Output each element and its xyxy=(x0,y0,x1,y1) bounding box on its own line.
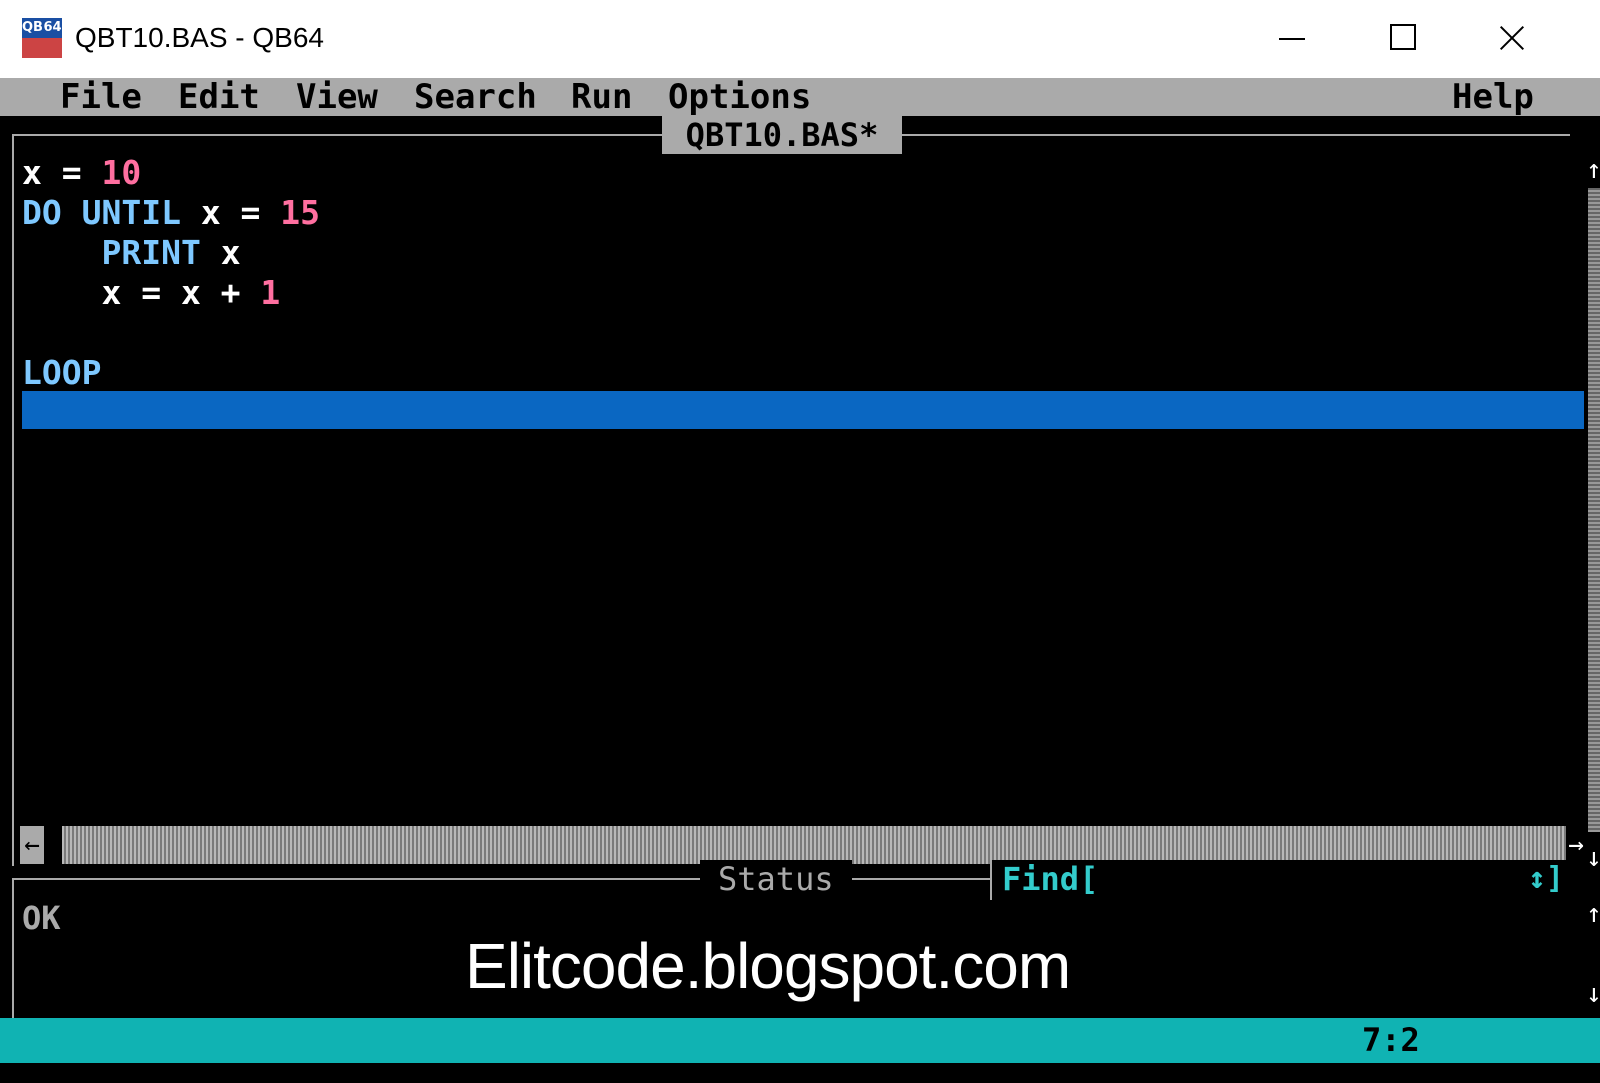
watermark-text: Elitcode.blogspot.com xyxy=(465,930,1071,1002)
scroll-right-arrow-icon[interactable]: → xyxy=(1566,826,1586,864)
code-number: 15 xyxy=(280,193,321,232)
window-bottom-edge xyxy=(0,1063,1600,1083)
status-frame-border xyxy=(12,878,14,1018)
status-scroll-up-arrow-icon[interactable]: ↑ xyxy=(1586,898,1600,930)
scroll-up-arrow-icon[interactable]: ↑ xyxy=(1586,154,1600,186)
code-identifier: x = xyxy=(22,153,102,192)
icon-text-bottom-right xyxy=(42,38,62,58)
find-field[interactable]: Find[ ↕] xyxy=(990,860,1574,900)
editor-vertical-scrollbar[interactable]: ↑ ↓ xyxy=(1586,154,1600,876)
menu-view[interactable]: View xyxy=(296,78,378,116)
find-label: Find[ xyxy=(1002,860,1099,898)
maximize-button[interactable] xyxy=(1372,14,1432,62)
editor-file-tab[interactable]: QBT10.BAS* xyxy=(662,116,902,154)
code-number: 1 xyxy=(260,273,281,312)
find-dropdown-arrows-icon[interactable]: ↕] xyxy=(1528,860,1564,898)
menu-bar: File Edit View Search Run Options Help xyxy=(0,78,1600,116)
code-number: 10 xyxy=(101,153,142,192)
status-bar: 7:2 xyxy=(0,1018,1600,1063)
qb64-app-icon: QB 64 xyxy=(22,18,62,58)
code-keyword: LOOP xyxy=(22,353,102,392)
window-titlebar: QB 64 QBT10.BAS - QB64 xyxy=(0,0,1600,78)
code-identifier: x = x + xyxy=(22,273,261,312)
code-keyword: DO UNTIL xyxy=(22,193,201,232)
code-line[interactable]: x = x + 1 xyxy=(22,273,1582,313)
menu-file[interactable]: File xyxy=(60,78,142,116)
code-line[interactable] xyxy=(22,313,1582,353)
code-identifier: x = xyxy=(200,193,281,232)
cursor-position: 7:2 xyxy=(1362,1021,1420,1059)
code-keyword: PRINT xyxy=(22,233,221,272)
status-panel-title: Status xyxy=(700,860,852,898)
scroll-left-arrow-icon[interactable]: ← xyxy=(20,826,44,864)
menu-edit[interactable]: Edit xyxy=(178,78,260,116)
icon-text-top-right: 64 xyxy=(43,20,62,35)
code-line[interactable]: LOOP xyxy=(22,353,1582,393)
horizontal-scroll-track[interactable] xyxy=(62,826,1566,864)
code-line[interactable]: DO UNTIL x = 15 xyxy=(22,193,1582,233)
menu-help[interactable]: Help xyxy=(1452,78,1534,116)
status-message: OK xyxy=(22,899,61,937)
code-identifier: x xyxy=(220,233,241,272)
scroll-down-arrow-icon[interactable]: ↓ xyxy=(1586,842,1600,874)
code-line[interactable]: PRINT x xyxy=(22,233,1582,273)
editor-horizontal-scrollbar[interactable]: ← → xyxy=(20,826,1586,864)
menu-options[interactable]: Options xyxy=(668,78,811,116)
vertical-scroll-track[interactable] xyxy=(1588,188,1600,832)
code-editor[interactable]: x = 10 DO UNTIL x = 15 PRINT x x = x + 1 L… xyxy=(22,153,1582,393)
window-title: QBT10.BAS - QB64 xyxy=(75,22,324,53)
close-button[interactable] xyxy=(1482,14,1542,62)
icon-text-top-left: QB xyxy=(22,20,43,35)
menu-search[interactable]: Search xyxy=(414,78,537,116)
icon-text-bottom-left xyxy=(22,38,43,58)
code-line[interactable]: x = 10 xyxy=(22,153,1582,193)
minimize-button[interactable] xyxy=(1262,14,1322,62)
qb64-ide: File Edit View Search Run Options Help Q… xyxy=(0,78,1600,1083)
status-scroll-down-arrow-icon[interactable]: ↓ xyxy=(1586,978,1600,1010)
current-line-highlight xyxy=(22,391,1584,429)
menu-run[interactable]: Run xyxy=(571,78,632,116)
